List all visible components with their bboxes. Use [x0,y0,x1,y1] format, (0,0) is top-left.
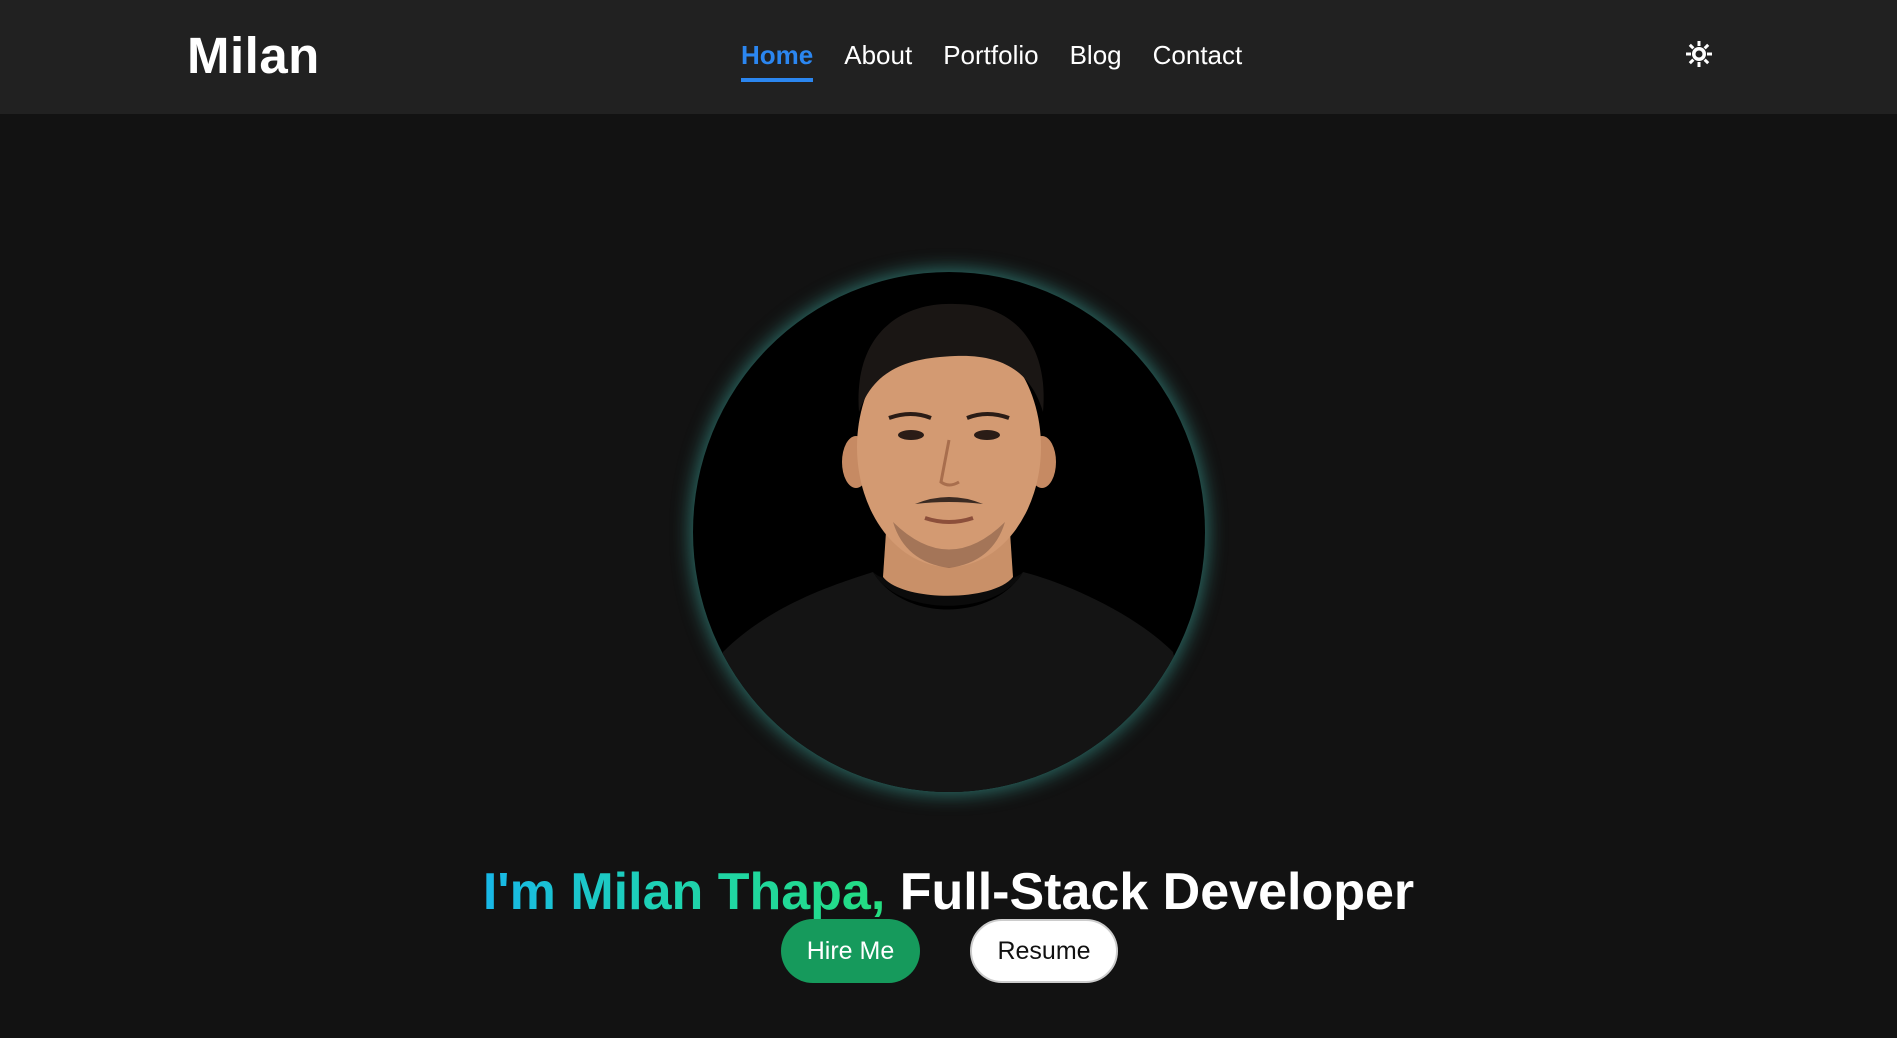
navbar: Milan Home About Portfolio Blog Contact [0,0,1897,114]
hero-section: I'm Milan Thapa, Full-Stack Developer Hi… [0,114,1897,1038]
nav-link-about[interactable]: About [844,37,912,82]
nav-link-home[interactable]: Home [741,37,814,82]
headline-intro: I'm Milan Thapa, [482,862,886,921]
resume-button[interactable]: Resume [970,919,1118,983]
nav-link-blog[interactable]: Blog [1070,37,1122,82]
nav-link-portfolio[interactable]: Portfolio [943,37,1038,82]
theme-toggle-button[interactable] [1685,40,1713,68]
hero-headline: I'm Milan Thapa, Full-Stack Developer [0,859,1897,925]
site-logo[interactable]: Milan [187,26,320,86]
nav-link-contact[interactable]: Contact [1153,37,1243,82]
hire-me-button[interactable]: Hire Me [781,919,920,983]
headline-role: Full-Stack Developer [899,862,1415,921]
profile-photo [693,272,1205,792]
main-nav: Home About Portfolio Blog Contact [741,37,1242,82]
person-silhouette-icon [693,303,1205,792]
sun-icon [1686,41,1712,67]
